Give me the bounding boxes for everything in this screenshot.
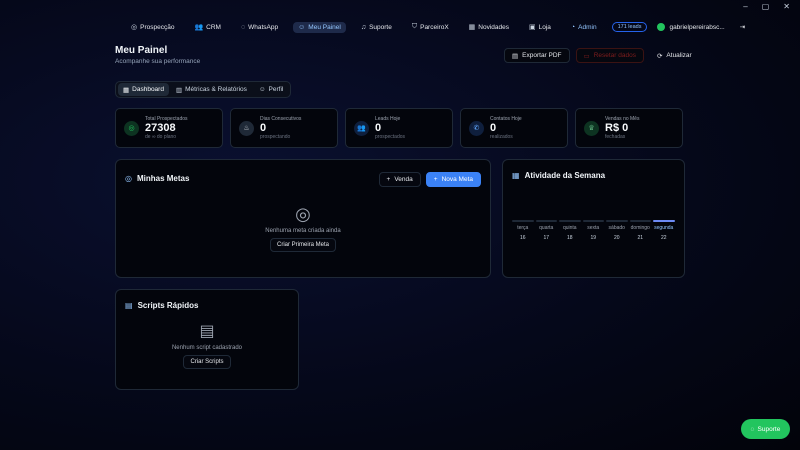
trophy-icon: ♕ [584, 120, 599, 136]
create-scripts-button[interactable]: Criar Scripts [183, 355, 231, 369]
plus-icon: + [386, 176, 391, 183]
target-icon: ◎ [124, 120, 139, 136]
tab-bar: ▦ Dashboard ▥ Métricas & Relatórios ☺ Perfi… [115, 81, 292, 98]
maximize-icon[interactable]: ▢ [762, 3, 770, 11]
calendar-icon: ▦ [512, 171, 520, 180]
nav-item-suporte[interactable]: ♫ Suporte [356, 22, 397, 33]
leads-badge: 171 leads [611, 22, 648, 32]
page-header: Meu Painel Acompanhe sua performance [115, 45, 200, 65]
stat-dias-consecutivos: ♨ Dias Consecutivos 0 prospectando [230, 108, 338, 148]
users-icon: 👥 [194, 24, 204, 31]
window-controls: – ▢ ✕ [0, 0, 800, 14]
target-icon: ◎ [131, 24, 138, 31]
phone-icon: ✆ [469, 120, 484, 136]
scripts-title: ▤ Scripts Rápidos [125, 301, 199, 310]
day-bar [559, 220, 581, 222]
nav-item-crm[interactable]: 👥 CRM [189, 21, 226, 33]
day-column: terça 16 [512, 220, 534, 241]
add-venda-button[interactable]: + Venda [378, 172, 421, 187]
day-column: quinta 18 [559, 220, 581, 241]
day-column: quarta 17 [535, 220, 557, 241]
week-activity: terça 16 quarta 17 quinta 18 sexta 19 sábado… [512, 220, 675, 241]
day-column-today: segunda 22 [653, 220, 675, 241]
page-title: Meu Painel [115, 45, 168, 56]
chat-icon: ◌ [240, 23, 246, 31]
user-icon: ☺ [258, 86, 266, 93]
stat-contatos-hoje: ✆ Contatos Hoje 0 realizados [460, 108, 568, 148]
user-menu[interactable]: gabrielpereirabsc... [657, 23, 725, 31]
user-email: gabrielpereirabsc... [669, 23, 725, 31]
nav-item-whatsapp[interactable]: ◌ WhatsApp [236, 22, 283, 33]
empty-text: Nenhum script cadastrado [171, 345, 243, 351]
metas-empty-state: ◎ Nenhuma meta criada ainda Criar Primei… [116, 204, 490, 252]
day-column: domingo 21 [629, 220, 651, 241]
nav-item-meu-painel[interactable]: ☺ Meu Painel [293, 21, 346, 33]
nav-item-parceirox[interactable]: ⛉ ParceiroX [407, 21, 454, 33]
nav-item-novidades[interactable]: ▦ Novidades [464, 21, 514, 33]
day-bar [606, 220, 628, 222]
nav-item-admin[interactable]: ◔ Admin [566, 22, 602, 33]
refresh-icon: ⟳ [656, 52, 663, 60]
plus-icon: + [433, 176, 438, 183]
nav-item-prospeccao[interactable]: ◎ Prospecção [126, 21, 179, 33]
suporte-fab-button[interactable]: ◌ Suporte [741, 419, 790, 439]
day-column: sexta 19 [582, 220, 604, 241]
atividade-title: ▦ Atividade da Semana [512, 171, 606, 180]
grid-icon: ▦ [123, 86, 130, 94]
stats-row: ◎ Total Prospectados 27308 de ∞ do plano ♨… [115, 108, 683, 148]
metas-title: ◎ Minhas Metas [125, 174, 190, 183]
reset-data-button[interactable]: ▭ Resetar dados [575, 48, 644, 63]
close-icon[interactable]: ✕ [783, 3, 790, 11]
page-subtitle: Acompanhe sua performance [115, 58, 201, 65]
admin-icon: ◔ [570, 23, 576, 31]
tab-dashboard[interactable]: ▦ Dashboard [118, 83, 169, 96]
top-navigation: ◎ Prospecção 👥 CRM ◌ WhatsApp ☺ Meu Painel ♫… [126, 18, 750, 36]
day-column: sábado 20 [606, 220, 628, 241]
chart-icon: ▥ [175, 86, 183, 94]
nova-meta-button[interactable]: + Nova Meta [425, 172, 481, 187]
create-first-meta-button[interactable]: Criar Primeira Meta [269, 238, 336, 252]
scripts-card: ▤ Scripts Rápidos ▤ Nenhum script cadastr… [115, 289, 299, 390]
store-icon: ▣ [529, 24, 536, 31]
metas-card: ◎ Minhas Metas + Venda + Nova Meta ◎ Nenhum… [115, 159, 491, 278]
refresh-button[interactable]: ⟳ Atualizar [650, 48, 699, 63]
header-actions: ▤ Exportar PDF ▭ Resetar dados ⟳ Atualizar [504, 48, 699, 63]
empty-text: Nenhuma meta criada ainda [265, 228, 341, 234]
shield-icon: ⛉ [411, 23, 418, 30]
atividade-card: ▦ Atividade da Semana terça 16 quarta 17 qu… [502, 159, 685, 278]
target-icon: ◎ [295, 204, 311, 224]
nav-item-loja[interactable]: ▣ Loja [524, 21, 556, 33]
day-bar [535, 220, 557, 222]
users-icon: 👥 [354, 120, 369, 136]
stat-total-prospectados: ◎ Total Prospectados 27308 de ∞ do plano [115, 108, 223, 148]
tab-perfil[interactable]: ☺ Perfil [254, 83, 288, 96]
stat-vendas-mes: ♕ Vendas no Mês R$ 0 fechadas [575, 108, 683, 148]
target-icon: ◎ [125, 174, 132, 183]
tab-metricas[interactable]: ▥ Métricas & Relatórios [171, 83, 252, 96]
day-bar [629, 220, 651, 222]
minimize-icon[interactable]: – [743, 3, 747, 11]
avatar [657, 23, 666, 31]
day-bar [653, 220, 675, 222]
file-icon: ▤ [125, 301, 133, 310]
stat-leads-hoje: 👥 Leads Hoje 0 prospectados [345, 108, 453, 148]
trash-icon: ▭ [583, 52, 590, 60]
flame-icon: ♨ [239, 120, 254, 136]
news-icon: ▦ [468, 24, 476, 31]
metas-actions: + Venda + Nova Meta [378, 172, 481, 187]
user-icon: ☺ [298, 23, 306, 31]
export-pdf-button[interactable]: ▤ Exportar PDF [504, 48, 570, 63]
whatsapp-icon: ◌ [750, 425, 755, 433]
document-icon: ▤ [199, 323, 215, 340]
file-icon: ▤ [512, 52, 519, 60]
scripts-empty-state: ▤ Nenhum script cadastrado Criar Scripts [116, 323, 298, 369]
day-bar [512, 220, 534, 222]
day-bar [582, 220, 604, 222]
logout-icon[interactable]: ⇥ [735, 21, 750, 33]
headset-icon: ♫ [360, 23, 367, 31]
